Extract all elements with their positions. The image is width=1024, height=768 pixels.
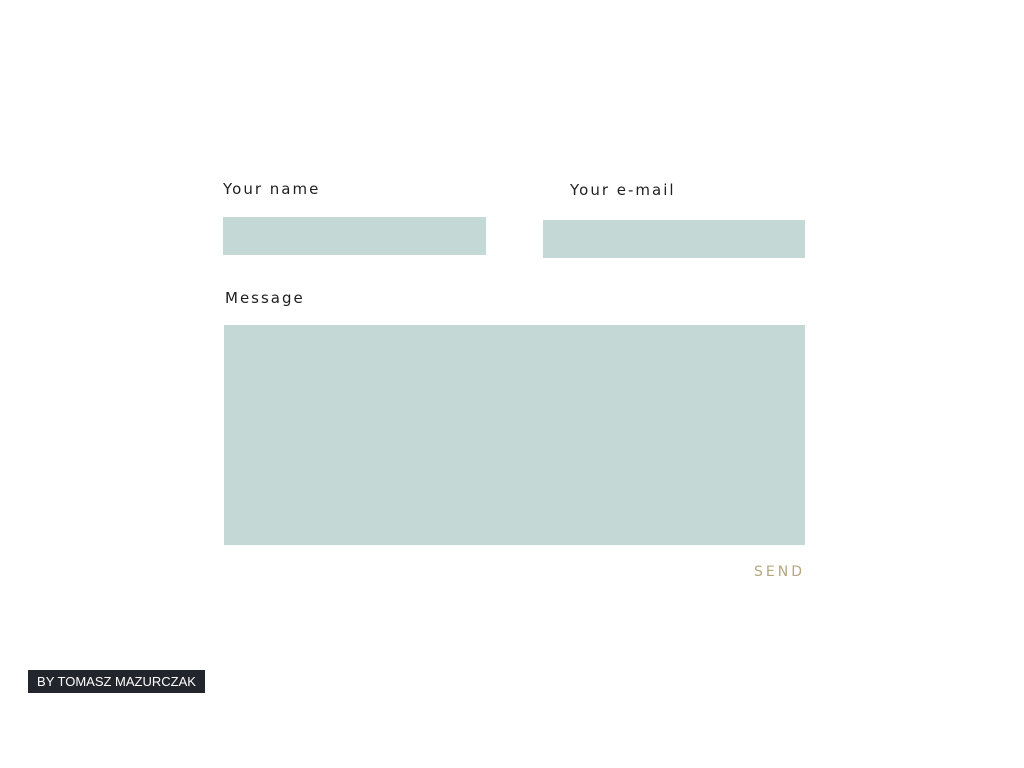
name-input[interactable]: [223, 217, 486, 255]
contact-page: Your name Your e-mail Message SEND BY TO…: [0, 0, 1024, 768]
name-label: Your name: [223, 180, 321, 198]
send-button[interactable]: SEND: [745, 562, 805, 582]
email-label: Your e-mail: [570, 181, 676, 199]
author-credit-link[interactable]: BY TOMASZ MAZURCZAK: [28, 670, 205, 693]
message-textarea[interactable]: [224, 325, 805, 545]
email-input[interactable]: [543, 220, 805, 258]
message-label: Message: [225, 289, 305, 307]
